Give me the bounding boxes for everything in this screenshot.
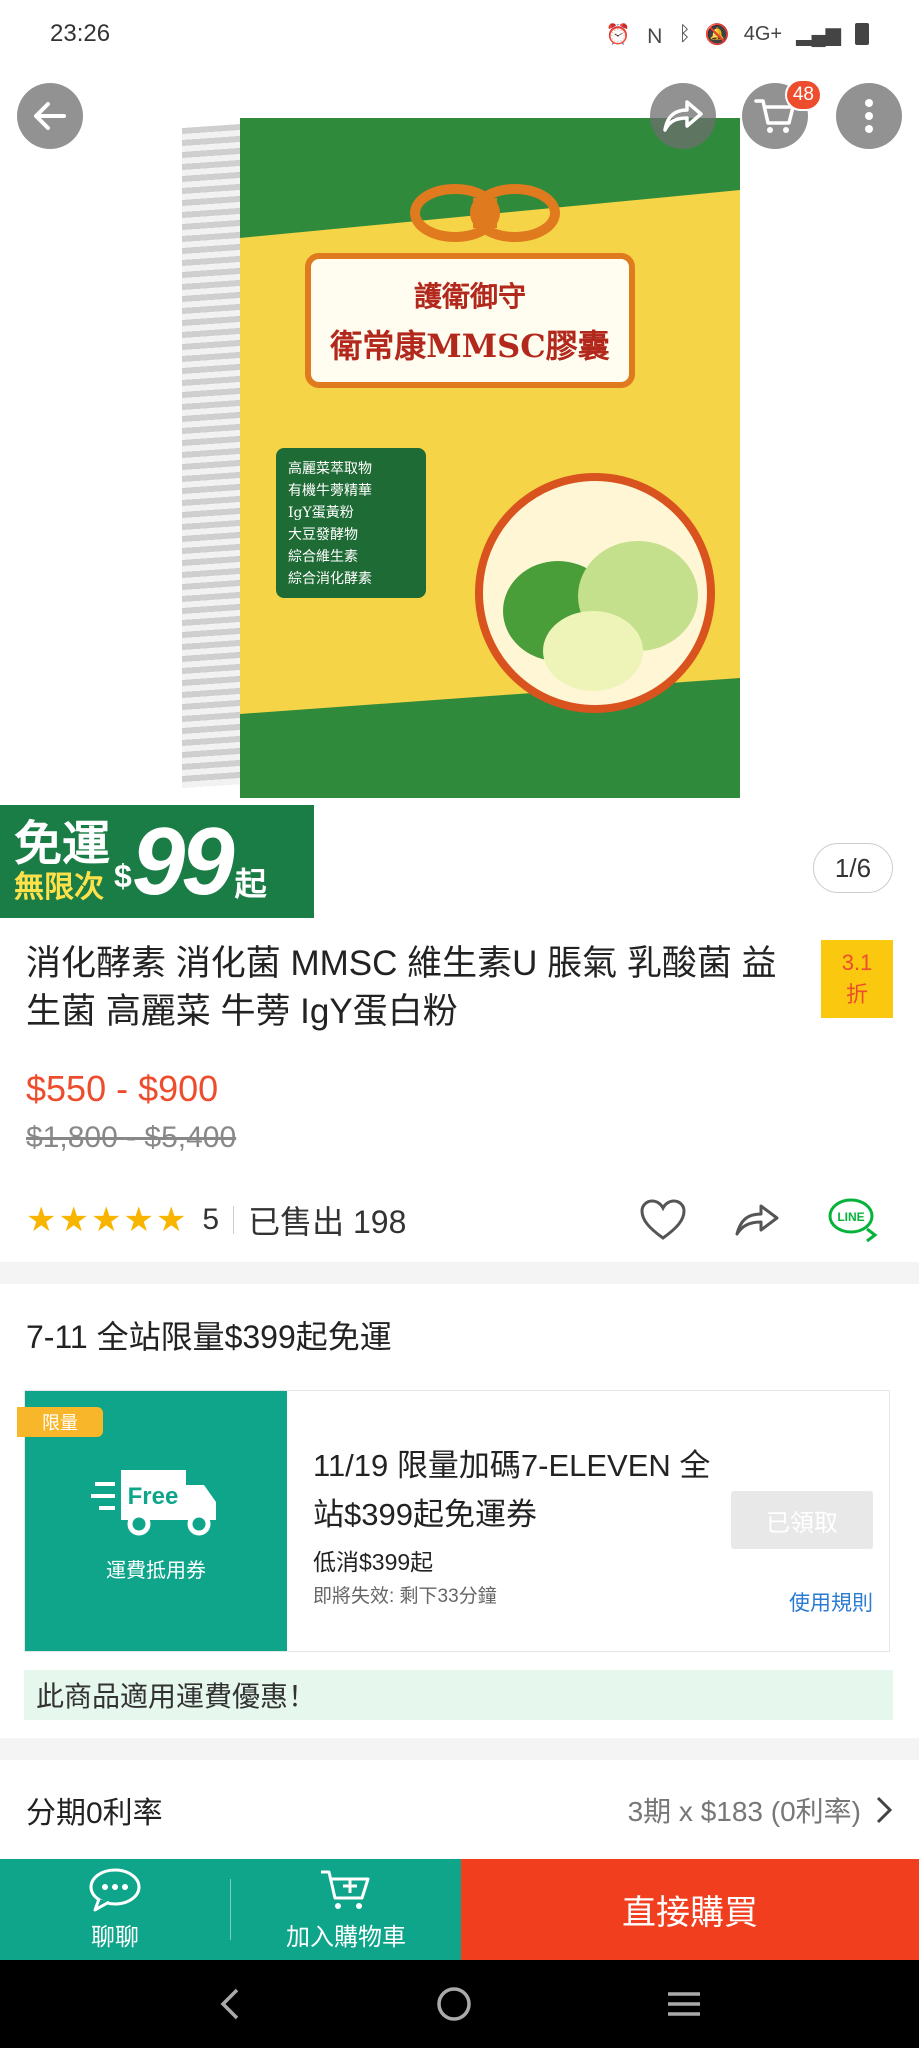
share-icon[interactable] bbox=[733, 1200, 781, 1240]
chat-label: 聊聊 bbox=[91, 1924, 139, 1951]
alarm-icon: ⏰ bbox=[605, 23, 631, 46]
more-vertical-icon bbox=[865, 99, 873, 133]
star-icon: ★ bbox=[90, 1201, 122, 1239]
nav-back-icon[interactable] bbox=[215, 1984, 245, 2024]
bottom-action-bar: 聊聊 加入購物車 直接購買 bbox=[0, 1859, 919, 1960]
coupon-claimed-button[interactable]: 已領取 bbox=[731, 1491, 873, 1549]
coupon-expire: 即將失效: 剩下33分鐘 bbox=[313, 1586, 497, 1607]
promo-from: 起 bbox=[234, 865, 267, 902]
installment-value: 3期 x $183 (0利率) bbox=[627, 1796, 861, 1827]
installment-label: 分期0利率 bbox=[26, 1797, 163, 1830]
coupon-rules-link[interactable]: 使用規則 bbox=[789, 1587, 873, 1617]
box-bottom-band bbox=[240, 678, 740, 798]
original-price: $1,800 - $5,400 bbox=[26, 1121, 237, 1154]
back-button[interactable] bbox=[17, 83, 83, 149]
promo-dollar: $ bbox=[114, 858, 132, 894]
coupon-type-label: 運費抵用券 bbox=[106, 1559, 206, 1582]
product-box-illustration: 護衛御守 衛常康MMSC膠囊 高麗菜萃取物 有機牛蒡精華 IgY蛋黃粉 大豆發酵… bbox=[182, 108, 742, 798]
ingredient-item: 綜合消化酵素 bbox=[288, 571, 372, 587]
bluetooth-icon: ᛒ bbox=[678, 22, 691, 45]
ingredient-item: 綜合維生素 bbox=[288, 549, 358, 565]
product-actions: LINE bbox=[639, 1197, 879, 1243]
box-front: 護衛御守 衛常康MMSC膠囊 高麗菜萃取物 有機牛蒡精華 IgY蛋黃粉 大豆發酵… bbox=[240, 118, 740, 798]
signal-icon: ▂▄▆ bbox=[796, 23, 841, 46]
promo-free-text: 免運 bbox=[14, 817, 111, 871]
heart-icon[interactable] bbox=[639, 1198, 687, 1242]
product-title: 消化酵素 消化菌 MMSC 維生素U 脹氣 乳酸菌 益生菌 高麗菜 牛蒡 IgY… bbox=[26, 944, 777, 1031]
ingredient-list: 高麗菜萃取物 有機牛蒡精華 IgY蛋黃粉 大豆發酵物 綜合維生素 綜合消化酵素 bbox=[276, 448, 426, 598]
limited-tag: 限量 bbox=[17, 1407, 103, 1437]
free-truck-icon: Free bbox=[91, 1469, 216, 1535]
nfc-icon: Ｎ bbox=[644, 25, 665, 48]
buy-now-button[interactable]: 直接購買 bbox=[461, 1859, 919, 1960]
mute-icon: 🔕 bbox=[704, 23, 730, 46]
system-nav-bar bbox=[0, 1960, 919, 2048]
network-label: 4G+ bbox=[743, 22, 783, 45]
ingredient-item: 大豆發酵物 bbox=[288, 527, 358, 543]
status-time: 23:26 bbox=[50, 20, 111, 47]
rating-value: 5 bbox=[202, 1203, 220, 1236]
share-icon bbox=[663, 100, 703, 132]
cart-count-badge: 48 bbox=[784, 79, 822, 111]
cart-button[interactable]: 48 bbox=[742, 79, 822, 149]
action-divider bbox=[230, 1859, 231, 1960]
rating-stars: ★ ★ ★ ★ ★ bbox=[26, 1203, 186, 1237]
knot-ornament bbox=[410, 184, 560, 242]
cabbage-illustration bbox=[475, 473, 715, 713]
shipping-title: 7-11 全站限量$399起免運 bbox=[26, 1319, 392, 1355]
star-icon: ★ bbox=[58, 1201, 89, 1239]
shipping-note: 此商品適用運費優惠！ bbox=[24, 1670, 893, 1720]
battery-icon bbox=[855, 23, 869, 45]
ingredient-item: 有機牛蒡精華 bbox=[288, 483, 372, 499]
status-bar: 23:26 ⏰ Ｎ ᛒ 🔕 4G+ ▂▄▆ bbox=[0, 0, 919, 68]
add-to-cart-label: 加入購物車 bbox=[286, 1924, 406, 1951]
line-share-icon[interactable]: LINE bbox=[827, 1197, 879, 1243]
nav-recents-icon[interactable] bbox=[664, 1984, 704, 2024]
image-counter: 1/6 bbox=[813, 843, 893, 893]
promo-unlimited-text: 無限次 bbox=[14, 870, 104, 904]
section-separator bbox=[0, 1738, 919, 1760]
installment-row[interactable]: 分期0利率 3期 x $183 (0利率) bbox=[0, 1760, 919, 1860]
ingredient-item: 高麗菜萃取物 bbox=[288, 461, 372, 477]
free-shipping-promo: 免運 無限次 $ 99 起 bbox=[0, 805, 314, 918]
chat-button[interactable]: 聊聊 bbox=[0, 1859, 230, 1960]
coupon-title: 11/19 限量加碼7-ELEVEN 全站$399起免運券 bbox=[313, 1448, 711, 1532]
shipping-coupon: Free 運費抵用券 限量 11/19 限量加碼7-ELEVEN 全站$399起… bbox=[17, 1390, 890, 1652]
box-label: 護衛御守 衛常康MMSC膠囊 bbox=[305, 253, 635, 388]
box-side bbox=[182, 123, 240, 789]
discount-unit: 折 bbox=[845, 982, 868, 1007]
promo-amount: 99 bbox=[131, 807, 235, 915]
coupon-min-spend: 低消$399起 bbox=[313, 1549, 434, 1575]
free-text: Free bbox=[128, 1483, 179, 1510]
sold-count: 已售出 198 bbox=[248, 1204, 407, 1240]
svg-text:LINE: LINE bbox=[837, 1210, 864, 1224]
rating-row: ★ ★ ★ ★ ★ 5 已售出 198 LINE bbox=[26, 1190, 893, 1250]
section-separator bbox=[0, 1262, 919, 1284]
more-button[interactable] bbox=[836, 83, 902, 149]
divider bbox=[233, 1206, 235, 1234]
box-label-line1: 護衛御守 bbox=[413, 279, 526, 313]
star-icon: ★ bbox=[26, 1201, 57, 1239]
price-range: $550 - $900 bbox=[26, 1068, 219, 1109]
star-icon: ★ bbox=[123, 1201, 154, 1239]
add-to-cart-button[interactable]: 加入購物車 bbox=[231, 1859, 461, 1960]
chat-icon bbox=[89, 1868, 141, 1912]
nav-home-icon[interactable] bbox=[434, 1984, 474, 2024]
chevron-right-icon bbox=[876, 1796, 893, 1824]
star-icon: ★ bbox=[155, 1201, 187, 1239]
arrow-left-icon bbox=[34, 102, 66, 130]
share-button[interactable] bbox=[650, 83, 716, 149]
ingredient-item: IgY蛋黃粉 bbox=[288, 505, 354, 521]
box-label-line2: 衛常康MMSC膠囊 bbox=[330, 326, 610, 365]
discount-badge: 3.1 折 bbox=[821, 940, 893, 1018]
status-icons: ⏰ Ｎ ᛒ 🔕 4G+ ▂▄▆ bbox=[606, 20, 869, 49]
add-cart-icon bbox=[321, 1870, 370, 1909]
promo-left: 免運 無限次 bbox=[14, 817, 111, 905]
discount-value: 3.1 bbox=[841, 950, 873, 975]
